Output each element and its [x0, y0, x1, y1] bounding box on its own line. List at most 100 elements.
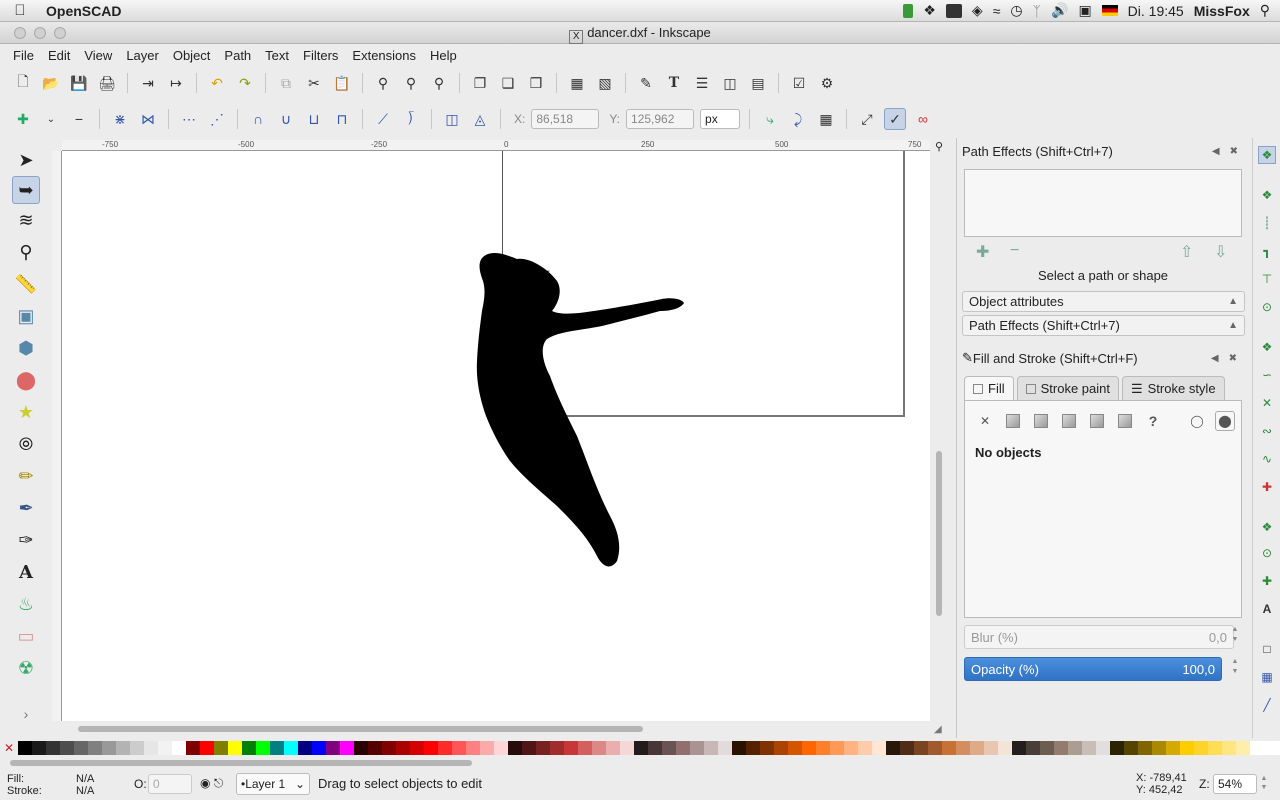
palette-swatch[interactable]	[368, 741, 382, 755]
minimize-window-button[interactable]	[34, 27, 46, 39]
palette-swatch[interactable]	[718, 741, 732, 755]
new-document-icon[interactable]: 🗋	[12, 72, 34, 94]
palette-swatch[interactable]	[494, 741, 508, 755]
xml-editor-window-icon[interactable]: ◫	[719, 72, 741, 94]
palette-swatch[interactable]	[886, 741, 900, 755]
align-distribute-icon[interactable]: ▤	[747, 72, 769, 94]
evernote-icon[interactable]: ◈	[972, 2, 983, 19]
palette-swatch[interactable]	[956, 741, 970, 755]
user-name[interactable]: MissFox	[1194, 3, 1250, 19]
pen-tool-icon[interactable]: ✒	[12, 494, 40, 522]
palette-swatch[interactable]	[480, 741, 494, 755]
measure-tool-icon[interactable]: 📏	[12, 270, 40, 298]
more-tools-chevron-icon[interactable]: ›	[12, 700, 40, 728]
snap-text-baseline-icon[interactable]: A	[1258, 600, 1276, 618]
palette-swatch[interactable]	[270, 741, 284, 755]
snap-others-icon[interactable]: ❖	[1258, 518, 1276, 536]
3d-box-tool-icon[interactable]: ⬢	[12, 334, 40, 362]
menu-file[interactable]: File	[6, 48, 41, 63]
scrollbar-thumb[interactable]	[78, 726, 643, 732]
palette-swatch[interactable]	[172, 741, 186, 755]
palette-swatch[interactable]	[326, 741, 340, 755]
redo-icon[interactable]: ↷	[234, 72, 256, 94]
clone-icon[interactable]: ❑	[497, 72, 519, 94]
palette-swatch[interactable]	[1110, 741, 1124, 755]
palette-swatch[interactable]	[592, 741, 606, 755]
calligraphy-tool-icon[interactable]: ✑	[12, 526, 40, 554]
fill-stroke-indicator-values[interactable]: N/A N/A	[76, 773, 94, 797]
snap-intersections-icon[interactable]: ✕	[1258, 394, 1276, 412]
object-attributes-expander[interactable]: Object attributes ▲	[962, 291, 1245, 312]
edit-clip-path-icon[interactable]: ▦	[815, 108, 837, 130]
paint-bucket-tool-icon[interactable]: ☢	[12, 654, 40, 682]
tweak-tool-icon[interactable]: ≋	[12, 206, 40, 234]
menu-layer[interactable]: Layer	[119, 48, 166, 63]
eye-icon[interactable]: ◉	[200, 776, 210, 790]
input-source-flag-icon[interactable]	[1101, 5, 1118, 16]
tab-fill[interactable]: Fill	[964, 376, 1014, 400]
palette-swatch[interactable]	[536, 741, 550, 755]
palette-swatch[interactable]	[102, 741, 116, 755]
palette-swatch[interactable]	[746, 741, 760, 755]
blur-spinner[interactable]: ▲ ▼	[1229, 625, 1241, 649]
palette-swatch[interactable]	[158, 741, 172, 755]
palette-swatch[interactable]	[620, 741, 634, 755]
palette-swatch[interactable]	[1124, 741, 1138, 755]
opacity-spinner[interactable]: ▲ ▼	[1229, 657, 1241, 681]
palette-swatch[interactable]	[340, 741, 354, 755]
smooth-node-icon[interactable]: ∪	[275, 108, 297, 130]
zoom-selection-icon[interactable]: ⚲	[372, 72, 394, 94]
blur-slider[interactable]: Blur (%) 0,0	[964, 625, 1234, 649]
palette-swatch[interactable]	[676, 741, 690, 755]
insert-node-icon[interactable]: ✚	[12, 108, 34, 130]
palette-swatch[interactable]	[60, 741, 74, 755]
palette-swatch[interactable]	[760, 741, 774, 755]
palette-swatch[interactable]	[984, 741, 998, 755]
palette-swatch[interactable]	[648, 741, 662, 755]
menu-path[interactable]: Path	[217, 48, 258, 63]
palette-swatch[interactable]	[578, 741, 592, 755]
snap-bbox-centers-icon[interactable]: ⊙	[1258, 298, 1276, 316]
palette-swatch[interactable]	[550, 741, 564, 755]
show-path-outline-icon[interactable]: ⤷	[759, 108, 781, 130]
wifi-icon[interactable]: ≈	[993, 3, 1001, 19]
palette-swatch[interactable]	[382, 741, 396, 755]
path-effects-list[interactable]	[964, 169, 1242, 237]
palette-swatch[interactable]	[284, 741, 298, 755]
palette-swatch[interactable]	[508, 741, 522, 755]
print-icon[interactable]: 🖨	[96, 72, 118, 94]
activity-icon[interactable]	[903, 3, 914, 18]
zoom-tool-icon[interactable]: ⚲	[12, 238, 40, 266]
palette-swatch[interactable]	[802, 741, 816, 755]
delete-segment-icon[interactable]: ⋰	[206, 108, 228, 130]
cut-icon[interactable]: ✂	[303, 72, 325, 94]
text-tool-icon[interactable]: A	[12, 558, 40, 586]
x-coord-input[interactable]: 86,518	[531, 109, 600, 129]
palette-swatch[interactable]	[130, 741, 144, 755]
cusp-node-icon[interactable]: ∩	[247, 108, 269, 130]
close-panel-icon[interactable]: ✖	[1230, 146, 1238, 157]
export-icon[interactable]: ↦	[165, 72, 187, 94]
palette-swatch[interactable]	[858, 741, 872, 755]
palette-swatch[interactable]	[900, 741, 914, 755]
close-window-button[interactable]	[14, 27, 26, 39]
palette-swatch[interactable]	[466, 741, 480, 755]
object-to-path-icon[interactable]: ◫	[441, 108, 463, 130]
palette-swatch[interactable]	[634, 741, 648, 755]
palette-swatch[interactable]	[298, 741, 312, 755]
snap-page-border-icon[interactable]: □	[1258, 640, 1276, 658]
palette-swatch[interactable]	[816, 741, 830, 755]
canvas-horizontal-scrollbar[interactable]	[62, 724, 930, 734]
canvas-vertical-scrollbar[interactable]	[934, 151, 944, 721]
palette-swatch[interactable]	[914, 741, 928, 755]
close-panel-icon[interactable]: ✖	[1229, 353, 1237, 364]
volume-icon[interactable]: 🔊	[1051, 2, 1068, 19]
zoom-spinner[interactable]: ▲ ▼	[1258, 774, 1270, 794]
palette-swatch[interactable]	[732, 741, 746, 755]
fill-rule-evenodd-icon[interactable]: ◯	[1187, 411, 1207, 431]
palette-swatch[interactable]	[116, 741, 130, 755]
pattern-icon[interactable]	[1090, 414, 1104, 428]
palette-swatch[interactable]	[18, 741, 32, 755]
palette-swatch[interactable]	[88, 741, 102, 755]
dancer-silhouette[interactable]	[62, 151, 930, 721]
